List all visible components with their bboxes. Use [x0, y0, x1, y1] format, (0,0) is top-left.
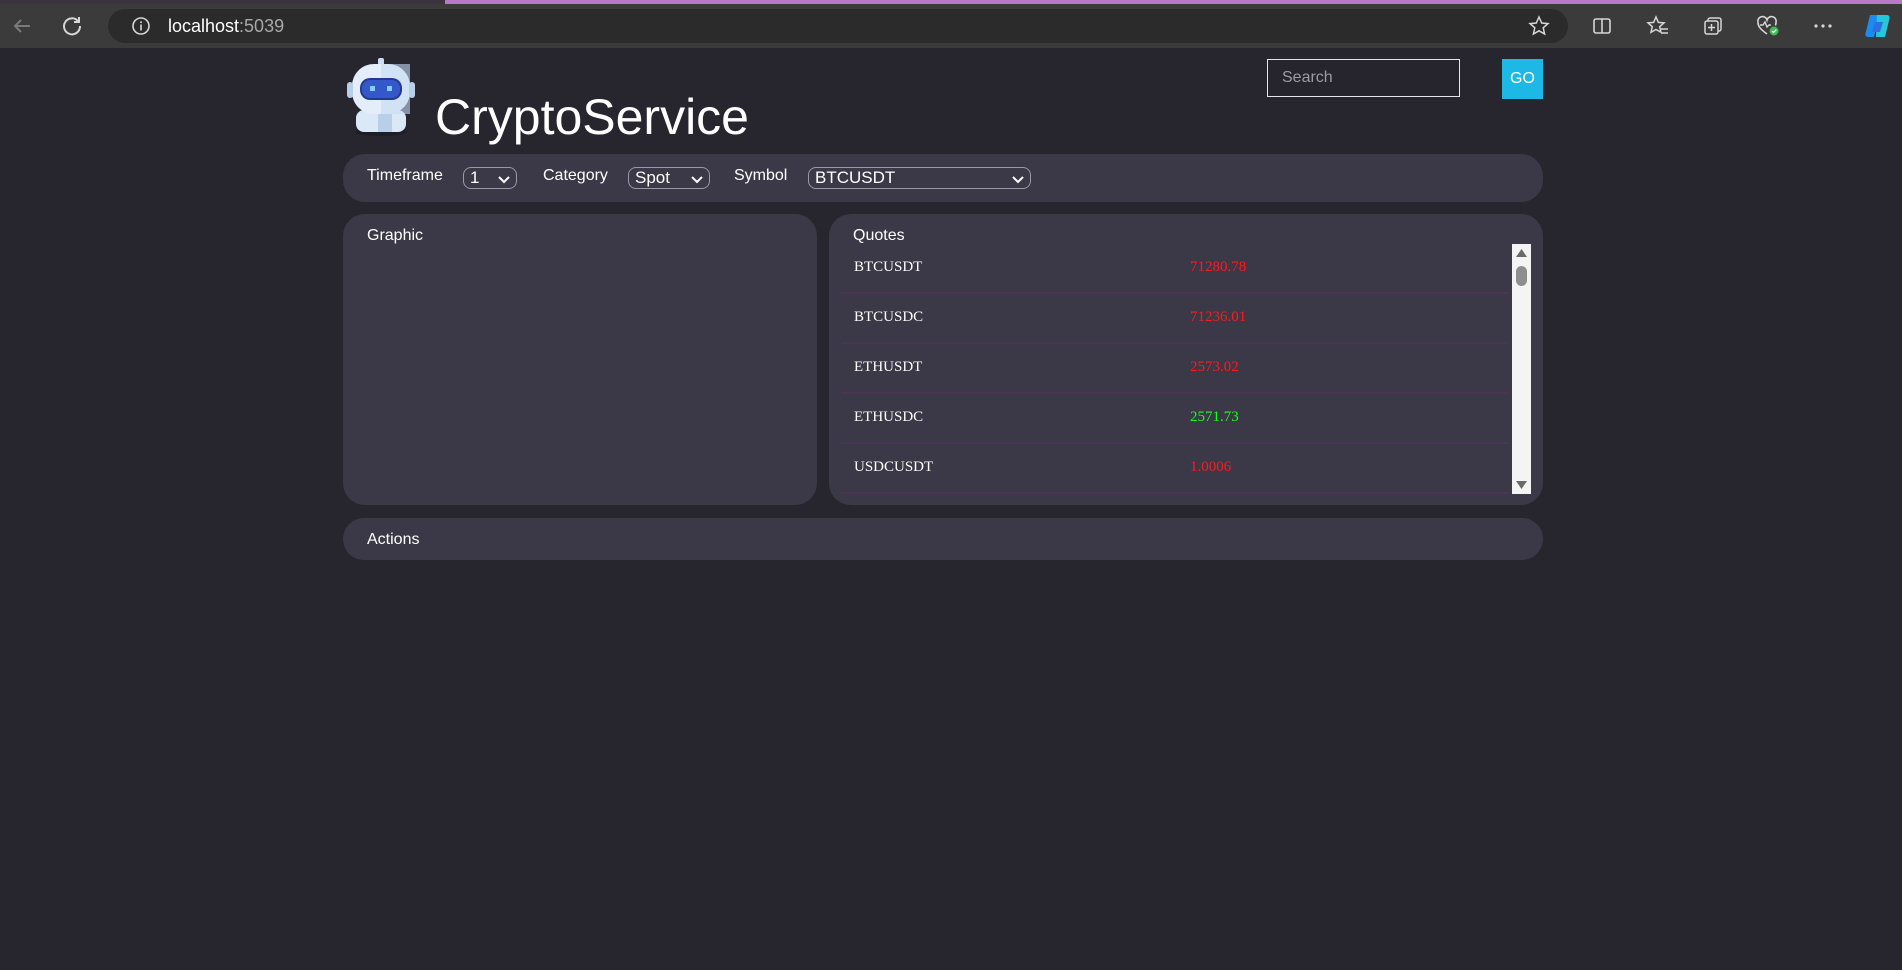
symbol-label: Symbol — [734, 167, 788, 184]
graphic-panel: Graphic — [343, 214, 817, 505]
quote-symbol: USDCUSDT — [854, 459, 934, 475]
url-host: localhost — [168, 15, 240, 36]
quotes-list[interactable]: BTCUSDT 71280.78 BTCUSDC 71236.01 ETHUSD… — [841, 244, 1509, 497]
quote-price: 2573.02 — [1190, 359, 1239, 375]
url-port: :5039 — [239, 15, 285, 36]
go-button[interactable]: GO — [1502, 59, 1543, 99]
quote-row[interactable]: ETHUSDC 2571.73 — [841, 394, 1509, 444]
quotes-panel: Quotes BTCUSDT 71280.78 BTCUSDC 71236.01… — [829, 214, 1543, 505]
collections-icon[interactable] — [1691, 8, 1735, 44]
favorites-icon[interactable] — [1636, 8, 1680, 44]
back-arrow-icon[interactable] — [0, 4, 44, 48]
timeframe-select[interactable]: 1 — [463, 167, 517, 189]
category-select[interactable]: Spot — [628, 167, 710, 189]
browser-health-icon[interactable] — [1746, 8, 1790, 44]
quote-price: 71280.78 — [1190, 259, 1247, 275]
app-title: CryptoService — [435, 89, 749, 145]
actions-title: Actions — [367, 531, 420, 548]
actions-panel: Actions — [343, 518, 1543, 560]
quote-symbol: BTCUSDT — [854, 259, 923, 275]
scrollbar-thumb[interactable] — [1516, 266, 1527, 286]
category-label: Category — [543, 167, 608, 184]
favorite-star-icon[interactable] — [1528, 15, 1550, 42]
quote-price: 71236.01 — [1190, 309, 1247, 325]
copilot-icon[interactable] — [1856, 8, 1900, 44]
quote-row[interactable]: BTCUSDC 71236.01 — [841, 294, 1509, 344]
quote-price: 2571.73 — [1190, 409, 1239, 425]
category-value: Spot — [635, 168, 670, 187]
quote-symbol: ETHUSDC — [854, 409, 924, 425]
timeframe-value: 1 — [470, 168, 480, 187]
graphic-title: Graphic — [367, 227, 424, 244]
chevron-down-icon — [497, 171, 511, 191]
symbol-select[interactable]: BTCUSDT — [808, 167, 1031, 189]
chevron-down-icon — [690, 171, 704, 191]
symbol-value: BTCUSDT — [815, 168, 896, 187]
quotes-scrollbar[interactable] — [1512, 244, 1531, 494]
info-icon[interactable] — [130, 15, 152, 37]
more-icon[interactable] — [1801, 8, 1845, 44]
refresh-icon[interactable] — [50, 4, 94, 48]
browser-toolbar: localhost:5039 — [0, 4, 1902, 48]
quote-row[interactable]: BTCUSDT 71280.78 — [841, 244, 1509, 294]
quote-row[interactable]: USDCUSDT 1.0006 — [841, 444, 1509, 494]
address-bar[interactable]: localhost:5039 — [108, 9, 1568, 43]
quote-symbol: ETHUSDT — [854, 359, 923, 375]
filters-bar: Timeframe 1 Category Spot Symbol BTCUSDT — [343, 154, 1543, 202]
robot-logo-icon — [346, 58, 416, 136]
timeframe-label: Timeframe — [367, 167, 443, 184]
scroll-down-arrow-icon[interactable] — [1515, 480, 1528, 490]
quote-row[interactable]: ETHUSDT 2573.02 — [841, 344, 1509, 394]
quote-symbol: BTCUSDC — [854, 309, 924, 325]
scroll-up-arrow-icon[interactable] — [1515, 248, 1528, 258]
quote-price: 1.0006 — [1190, 459, 1232, 475]
split-screen-icon[interactable] — [1580, 8, 1624, 44]
quotes-title: Quotes — [853, 227, 905, 244]
search-input[interactable] — [1267, 59, 1460, 97]
chevron-down-icon — [1011, 171, 1025, 191]
url-text[interactable]: localhost:5039 — [168, 16, 284, 37]
